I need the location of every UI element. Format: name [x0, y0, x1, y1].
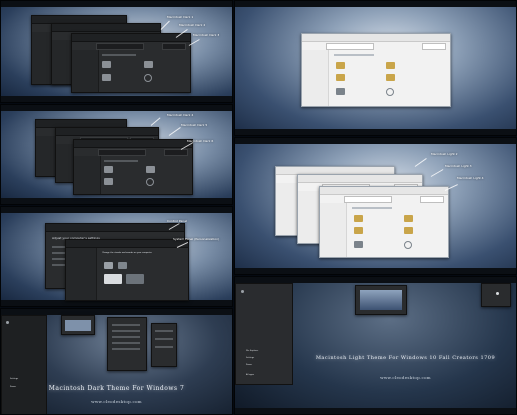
dvd-drive-icon	[146, 178, 154, 186]
jump-list[interactable]	[151, 323, 177, 367]
folder-icon	[144, 61, 153, 68]
screenshot-panel-light-1	[234, 0, 517, 136]
folder-icon	[386, 62, 395, 69]
screenshot-panel-light-2: Macintosh Light 2 Macintosh Light 3 Maci…	[234, 137, 517, 275]
folder-icon	[354, 227, 363, 234]
folder-icon	[336, 74, 345, 81]
folder-icon	[146, 166, 155, 173]
theme-label: Macintosh Light 4	[457, 176, 484, 180]
theme-label: Macintosh Dark 5	[181, 123, 208, 127]
bottom-taskbar	[235, 268, 516, 274]
theme-label: Macintosh Dark 1	[167, 15, 194, 19]
theme-label: Macintosh Light 2	[431, 152, 458, 156]
start-item-file-explorer[interactable]: File Explorer	[246, 350, 258, 352]
context-menu[interactable]	[107, 317, 147, 371]
drive-icon	[354, 241, 363, 248]
screenshot-panel-dark-2: Macintosh Dark 4 Macintosh Dark 5 Macint…	[0, 104, 233, 205]
taskbar-preview[interactable]	[355, 285, 407, 315]
folder-icon	[336, 62, 345, 69]
explorer-window-front[interactable]	[71, 33, 191, 93]
banner-url: www.cleodesktop.com	[91, 399, 142, 404]
theme-label: Macintosh Light 3	[445, 164, 472, 168]
start-menu[interactable]: File Explorer Settings Power All apps	[235, 283, 293, 385]
screenshot-panel-control-panel: Adjust your computer's settings Change t…	[0, 206, 233, 307]
theme-label: Macintosh Dark 3	[193, 33, 220, 37]
top-taskbar	[235, 1, 516, 7]
explorer-window-front[interactable]	[73, 139, 193, 195]
folder-icon	[404, 227, 413, 234]
top-taskbar	[1, 1, 232, 7]
theme-label: Macintosh Dark 2	[179, 23, 206, 27]
screenshot-panel-light-start: File Explorer Settings Power All apps Ma…	[234, 276, 517, 415]
drive-icon	[104, 178, 113, 185]
personalization-heading: Change the visuals and sounds on your co…	[102, 252, 152, 254]
banner-title: Macintosh Light Theme For Windows 10 Fal…	[315, 355, 496, 361]
folder-icon	[104, 166, 113, 173]
explorer-window-front[interactable]	[319, 186, 449, 258]
drive-icon	[102, 74, 111, 81]
theme-label: Macintosh Dark 4	[167, 113, 194, 117]
bottom-taskbar	[235, 129, 516, 135]
bottom-taskbar	[1, 96, 232, 102]
top-taskbar	[235, 138, 516, 144]
top-taskbar	[1, 207, 232, 213]
start-item-all-apps[interactable]: All apps	[246, 374, 254, 376]
dvd-drive-icon	[386, 88, 394, 96]
start-item-power[interactable]: Power	[246, 364, 252, 366]
screenshot-panel-dark-1: Macintosh Dark 1 Macintosh Dark 2 Macint…	[0, 0, 233, 103]
folder-icon	[354, 215, 363, 222]
dvd-drive-icon	[144, 74, 152, 82]
folder-icon	[386, 74, 395, 81]
bottom-taskbar	[235, 408, 516, 414]
window-label: System Panel (Personalization)	[173, 237, 220, 241]
personalization-window[interactable]: Change the visuals and sounds on your co…	[65, 239, 189, 301]
folder-icon	[404, 215, 413, 222]
screenshot-panel-dark-start: Settings Power Macintosh Dark Theme For …	[0, 308, 233, 415]
top-taskbar	[1, 105, 232, 111]
explorer-window[interactable]	[301, 33, 451, 107]
banner-title: Macintosh Dark Theme For Windows 7	[48, 385, 185, 392]
window-label: Control Panel	[167, 219, 187, 223]
drive-icon	[336, 88, 345, 95]
folder-icon	[102, 61, 111, 68]
banner-url: www.cleodesktop.com	[380, 375, 431, 380]
bottom-taskbar	[1, 198, 232, 204]
dvd-drive-icon	[404, 241, 412, 249]
action-center[interactable]	[481, 283, 511, 307]
start-item-settings[interactable]: Settings	[246, 357, 254, 359]
start-item-settings[interactable]: Settings	[10, 378, 18, 380]
taskbar-preview[interactable]	[61, 315, 95, 335]
theme-label: Macintosh Dark 6	[187, 139, 214, 143]
